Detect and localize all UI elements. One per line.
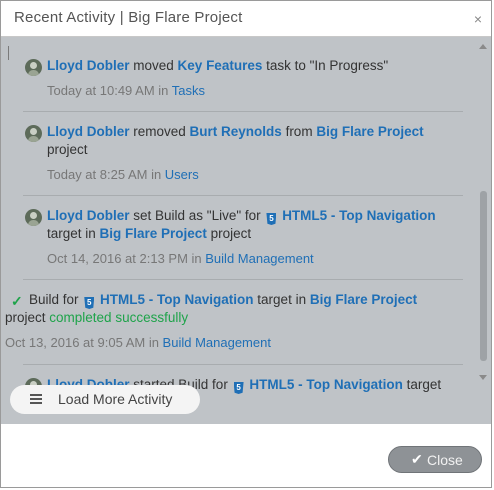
activity-text: Lloyd Dobler removed Burt Reynolds from …	[47, 124, 424, 139]
activity-item: ✓ Build for 5 HTML5 - Top Navigation tar…	[5, 291, 463, 353]
load-more-button[interactable]: Load More Activity	[10, 385, 200, 414]
scroll-down-arrow-icon[interactable]	[479, 375, 487, 380]
task-link[interactable]: Key Features	[178, 58, 263, 73]
activity-item: Lloyd Dobler moved Key Features task to …	[23, 57, 463, 107]
user-avatar	[25, 125, 42, 142]
html5-icon: 5	[233, 382, 244, 394]
activity-text: Lloyd Dobler moved Key Features task to …	[47, 58, 389, 73]
close-label: Close	[427, 452, 463, 468]
section-link[interactable]: Build Management	[205, 251, 313, 266]
dialog-title: Recent Activity | Big Flare Project	[14, 9, 243, 26]
target-link[interactable]: HTML5 - Top Navigation	[249, 377, 403, 392]
divider	[23, 364, 463, 365]
scrollbar[interactable]	[476, 39, 491, 387]
section-link[interactable]: Tasks	[172, 83, 205, 98]
user-avatar	[25, 209, 42, 226]
activity-text-line2: project completed successfully	[5, 310, 189, 325]
list-icon	[30, 394, 42, 405]
load-more-label: Load More Activity	[58, 391, 173, 407]
check-icon: ✔	[411, 451, 423, 467]
activity-item: Lloyd Dobler removed Burt Reynolds from …	[23, 123, 463, 185]
html5-icon: 5	[84, 297, 95, 309]
timeline-line	[8, 46, 9, 60]
activity-meta: Today at 8:25 AM in Users	[47, 167, 199, 182]
close-icon[interactable]: ×	[471, 12, 485, 26]
divider	[23, 279, 463, 280]
activity-list[interactable]: Lloyd Dobler moved Key Features task to …	[1, 37, 491, 424]
user-link[interactable]: Lloyd Dobler	[47, 58, 130, 73]
activity-text: Build for 5 HTML5 - Top Navigation targe…	[29, 292, 418, 309]
scroll-up-arrow-icon[interactable]	[479, 44, 487, 49]
scroll-thumb[interactable]	[480, 191, 487, 361]
section-link[interactable]: Users	[165, 167, 199, 182]
activity-text-line2: project	[47, 142, 88, 157]
activity-meta: Oct 14, 2016 at 2:13 PM in Build Managem…	[47, 251, 314, 266]
user-avatar	[25, 59, 42, 76]
check-icon: ✓	[11, 293, 23, 309]
recent-activity-dialog: Recent Activity | Big Flare Project × Ll…	[0, 0, 492, 488]
target-link[interactable]: HTML5 - Top Navigation	[282, 208, 436, 223]
close-button[interactable]: ✔ Close	[388, 446, 482, 473]
activity-text-line2: target in Big Flare Project project	[47, 226, 252, 241]
divider	[23, 111, 463, 112]
html5-icon: 5	[266, 213, 277, 225]
activity-item: Lloyd Dobler set Build as "Live" for 5 H…	[23, 207, 463, 269]
build-status: completed successfully	[49, 310, 189, 325]
project-link[interactable]: Big Flare Project	[100, 226, 207, 241]
activity-meta: Oct 13, 2016 at 9:05 AM in Build Managem…	[5, 335, 271, 350]
section-link[interactable]: Build Management	[163, 335, 271, 350]
divider	[23, 195, 463, 196]
user-link[interactable]: Lloyd Dobler	[47, 208, 130, 223]
project-link[interactable]: Big Flare Project	[310, 292, 417, 307]
user-link[interactable]: Burt Reynolds	[190, 124, 282, 139]
target-link[interactable]: HTML5 - Top Navigation	[100, 292, 254, 307]
dialog-titlebar: Recent Activity | Big Flare Project ×	[1, 1, 491, 37]
activity-text: Lloyd Dobler set Build as "Live" for 5 H…	[47, 208, 436, 225]
project-link[interactable]: Big Flare Project	[316, 124, 423, 139]
user-link[interactable]: Lloyd Dobler	[47, 124, 130, 139]
activity-meta: Today at 10:49 AM in Tasks	[47, 83, 206, 98]
